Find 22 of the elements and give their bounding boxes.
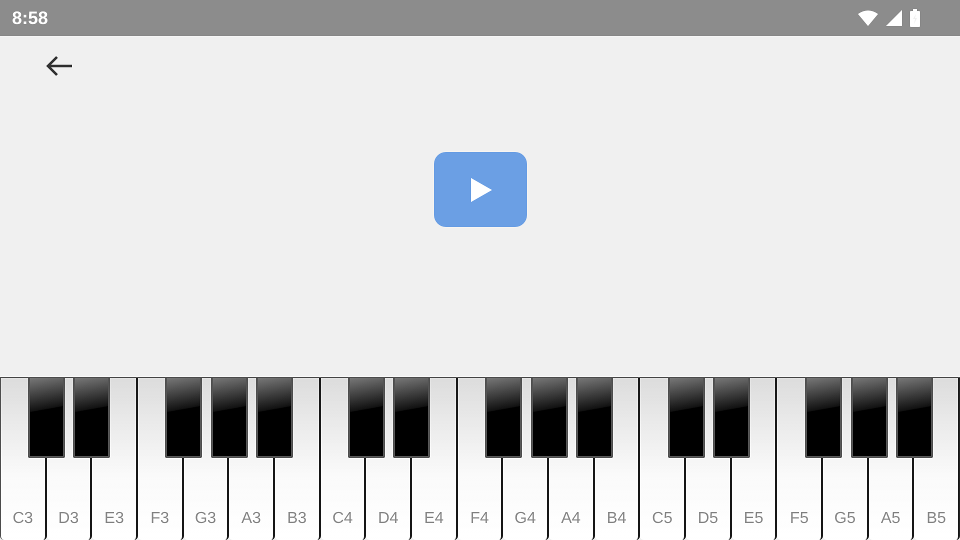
sharp-key[interactable] bbox=[164, 378, 202, 458]
sharp-key[interactable] bbox=[896, 378, 934, 458]
battery-icon bbox=[910, 9, 920, 27]
sharp-key[interactable] bbox=[713, 378, 750, 458]
status-time: 8:58 bbox=[12, 8, 48, 28]
sharp-key[interactable] bbox=[668, 378, 705, 458]
sharp-key[interactable] bbox=[530, 378, 568, 458]
sharp-key[interactable] bbox=[28, 378, 65, 458]
sharp-key[interactable] bbox=[576, 378, 614, 458]
sharp-key[interactable] bbox=[210, 378, 248, 458]
sharp-key[interactable] bbox=[73, 378, 110, 458]
sharp-key[interactable] bbox=[850, 378, 888, 458]
sharp-key[interactable] bbox=[804, 378, 842, 458]
play-button[interactable] bbox=[434, 152, 526, 227]
back-icon[interactable] bbox=[45, 55, 73, 77]
sharp-key[interactable] bbox=[348, 378, 385, 458]
sharp-key[interactable] bbox=[393, 378, 430, 458]
signal-icon bbox=[886, 10, 902, 26]
play-icon bbox=[469, 176, 493, 202]
sharp-key[interactable] bbox=[256, 378, 294, 458]
wifi-icon bbox=[858, 10, 878, 26]
sharp-key[interactable] bbox=[484, 378, 522, 458]
